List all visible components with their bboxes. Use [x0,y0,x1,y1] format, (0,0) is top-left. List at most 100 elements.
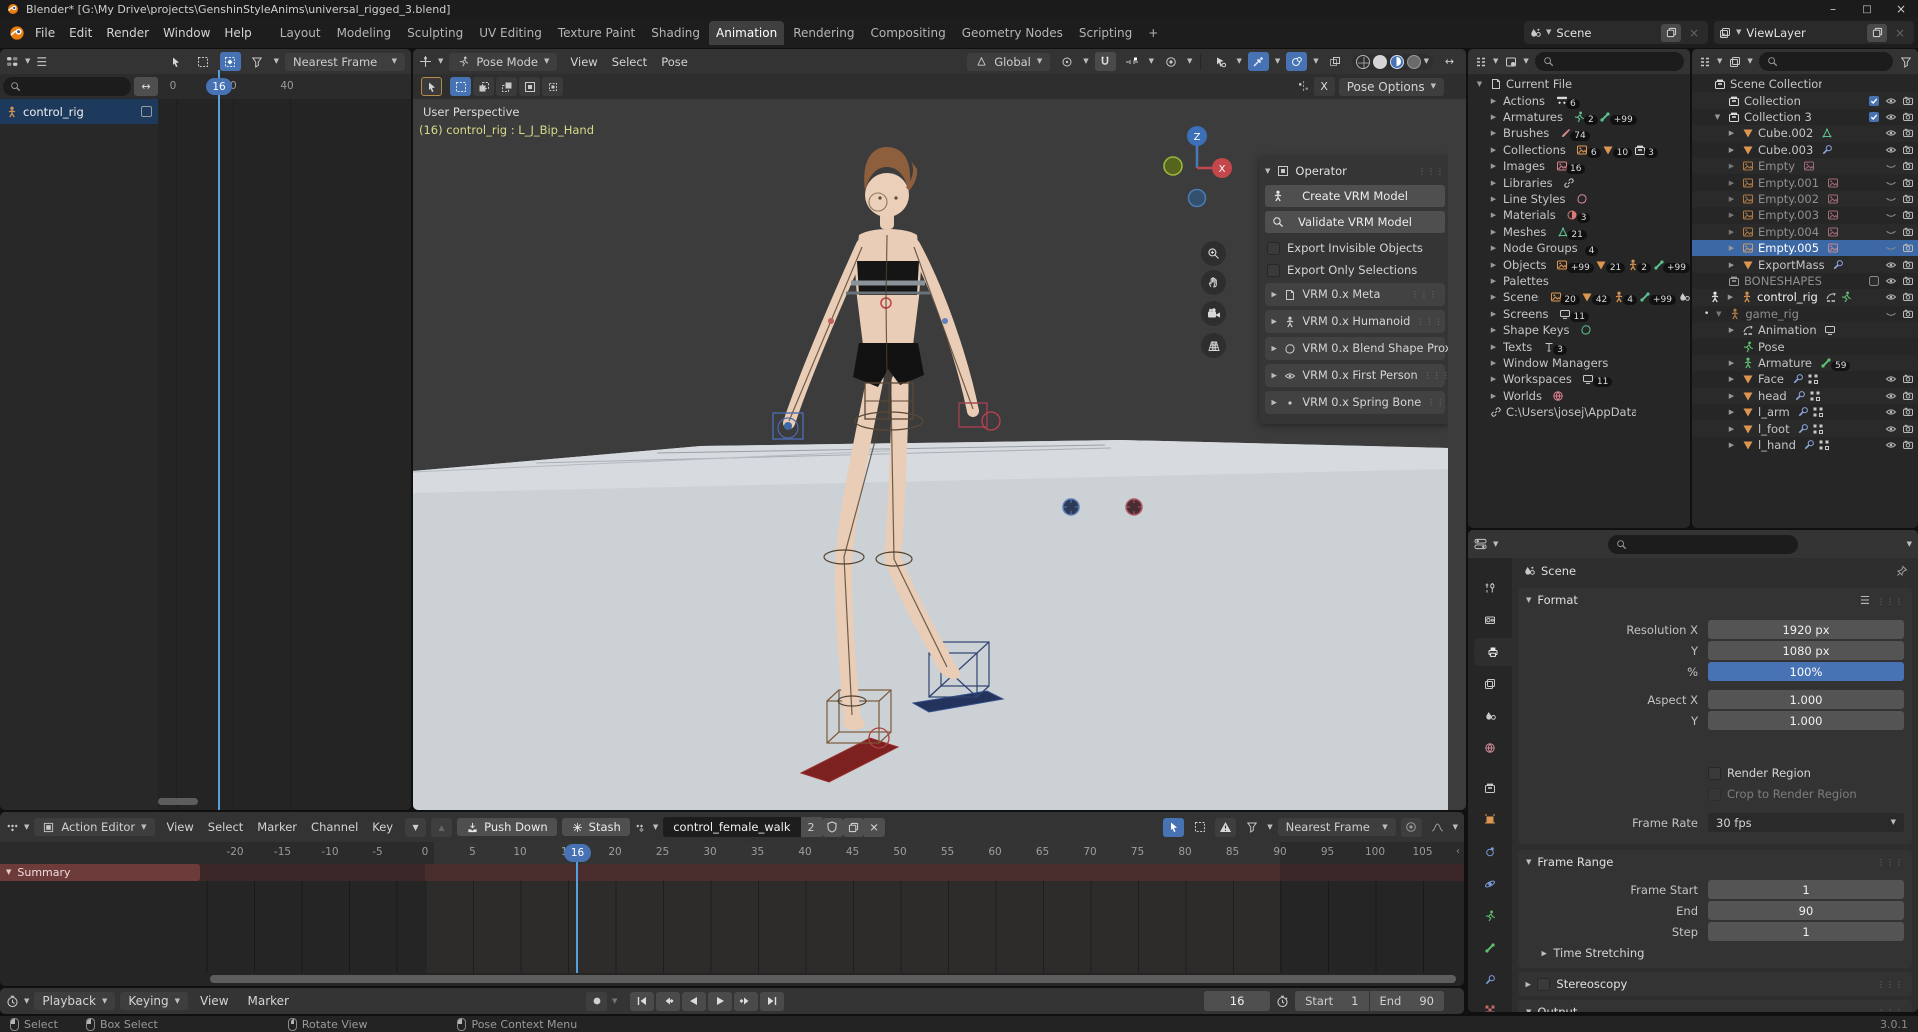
dope-menu-marker[interactable]: Marker [250,818,304,836]
gizmos-toggle-icon[interactable] [1247,52,1269,71]
dope-sheet-icon[interactable] [6,821,19,834]
next-key-button[interactable] [734,991,759,1011]
hide-eye-closed-icon[interactable] [1884,209,1897,222]
panel-grip[interactable]: ⋮⋮⋮ [1424,371,1448,380]
disable-render-camera-icon[interactable] [1901,389,1914,402]
playback-dropdown[interactable]: Playback ▼ [34,992,116,1010]
nav-gizmo[interactable]: Z X [1153,114,1263,224]
disclosure-closed-icon[interactable]: ▶ [1488,211,1499,219]
disclosure-closed-icon[interactable]: ▶ [1488,326,1499,334]
hide-eye-closed-icon[interactable] [1884,160,1897,173]
workspace-tab-layout[interactable]: Layout [273,24,328,42]
hide-eye-icon[interactable] [1884,127,1897,140]
operator-check-0[interactable]: Export Invisible Objects [1265,241,1445,255]
mirror-x-toggle[interactable]: X [1313,77,1335,96]
properties-tab-tool[interactable] [1468,574,1512,602]
editor-type-3d-icon[interactable] [419,55,432,68]
disable-render-camera-icon[interactable] [1901,176,1914,189]
blendfile-row[interactable]: ▼ Current File [1468,76,1690,92]
workspace-tab-modeling[interactable]: Modeling [330,24,399,42]
pivot-icon[interactable] [1056,52,1077,71]
properties-tab-collection[interactable] [1468,774,1512,802]
outliner-row[interactable]: ▶ Animation [1692,322,1918,338]
zoom-tool-icon[interactable] [1201,241,1226,266]
scene-selector[interactable]: ▼ Scene × [1524,21,1708,44]
disclosure-closed-icon[interactable]: ▶ [1726,261,1737,269]
blendfile-row[interactable]: ▶ Line Styles [1468,191,1690,207]
viewport-menu-view[interactable]: View [563,53,604,71]
blendfile-row[interactable]: ▶ Brushes 74 [1468,125,1690,142]
blendfile-row[interactable]: ▶ Screens 11 [1468,306,1690,322]
outliner-row[interactable]: Pose [1692,338,1918,354]
disable-render-camera-icon[interactable] [1901,94,1914,107]
maximize-button[interactable]: □ [1850,0,1884,18]
blendfile-row[interactable]: ▶ Palettes [1468,273,1690,289]
properties-tab-physics[interactable] [1468,870,1512,898]
frame-range-field-2[interactable]: 1 [1708,922,1904,941]
panel-grip[interactable]: ⋮⋮⋮ [1427,398,1448,407]
disclosure-closed-icon[interactable]: ▶ [1726,359,1737,367]
disclosure-closed-icon[interactable]: ▶ [1726,441,1737,449]
blendfile-row[interactable]: ▶ Texts 3 [1468,338,1690,355]
left-ruler[interactable]: 02040 [158,74,411,99]
collapse-caret[interactable]: ▼ [1270,373,1278,378]
camera-view-icon[interactable] [1201,301,1226,326]
blendfile-row[interactable]: ▶ Collections 6 10 3 [1468,142,1690,158]
proportional-edit-icon[interactable] [1160,52,1181,71]
hide-eye-icon[interactable] [1884,438,1897,451]
outliner-row[interactable]: ▶ Cube.002 [1692,125,1918,141]
create-vrm-button[interactable]: Create VRM Model [1265,185,1445,207]
snap-with-icon[interactable] [1122,52,1143,71]
panel-grip[interactable]: ⋮⋮⋮ [1411,290,1438,299]
disclosure-closed-icon[interactable]: ▶ [1488,244,1499,252]
disable-render-camera-icon[interactable] [1901,274,1914,287]
properties-tab-view-layer[interactable] [1468,670,1512,698]
disclosure-closed-icon[interactable]: ▶ [1488,129,1499,137]
minimize-button[interactable]: – [1816,0,1850,18]
topbar-menu-help[interactable]: Help [217,24,258,42]
expand-channels-button[interactable]: ↔ [134,77,158,96]
disclosure-closed-icon[interactable]: ▶ [1488,97,1499,105]
properties-tab-texture[interactable] [1468,996,1512,1012]
blendfile-row[interactable]: ▶ Shape Keys [1468,322,1690,338]
new-action-copy-icon[interactable] [842,817,864,837]
editor-type-icon[interactable] [6,55,19,68]
hide-eye-icon[interactable] [1884,110,1897,123]
editor-type-caret[interactable]: ▼ [25,58,30,65]
format-collapse-caret[interactable]: ▼ [1526,596,1531,604]
format-presets-icon[interactable]: ☰ [1860,594,1870,607]
select-extend-icon[interactable] [473,77,494,96]
disable-render-camera-icon[interactable] [1901,143,1914,156]
blendfile-row[interactable]: ▶ Window Managers [1468,355,1690,371]
dope-menu-view[interactable]: View [160,818,201,836]
keyframe-select-icon[interactable] [219,52,241,71]
disclosure-closed-icon[interactable]: ▶ [1725,293,1736,301]
shading-solid-icon[interactable] [1372,54,1387,69]
delete-scene-button[interactable]: × [1684,24,1704,42]
disclosure-closed-icon[interactable]: ▶ [1726,179,1737,187]
falloff-curve-icon[interactable] [1427,818,1448,837]
properties-editor-icon[interactable] [1474,538,1487,551]
outliner-row[interactable]: ▶ Empty [1692,158,1918,174]
proportional-icon[interactable] [1400,817,1422,837]
outliner-row[interactable]: Scene Collection [1692,76,1918,92]
mode-dropdown[interactable]: Pose Mode ▼ [449,52,558,71]
blender-menu-icon[interactable] [6,26,28,40]
disclosure-closed-icon[interactable]: ▶ [1488,113,1499,121]
disclosure-closed-icon[interactable]: ▶ [1488,195,1499,203]
disclosure-closed-icon[interactable]: ▶ [1726,211,1737,219]
disclosure-closed-icon[interactable]: ▶ [1726,375,1737,383]
channel-search-input[interactable] [3,77,131,96]
blendfile-row[interactable]: ▶ Objects +99 21 2 +99 [1468,256,1690,273]
vrm-subpanel-1[interactable]: ▼ VRM 0.x Humanoid ⋮⋮⋮ [1265,310,1445,333]
disclosure-closed-icon[interactable]: ▶ [1726,146,1737,154]
workspace-tab-texture-paint[interactable]: Texture Paint [551,24,642,42]
workspace-tab-scripting[interactable]: Scripting [1072,24,1139,42]
panel-grip[interactable]: ⋮⋮⋮ [1418,167,1445,176]
blendfile-row[interactable]: ▶ Armatures 2 +99 [1468,109,1690,125]
disable-render-camera-icon[interactable] [1901,406,1914,419]
viewlayer-mode-icon[interactable] [1728,55,1741,68]
checkbox[interactable] [1267,263,1280,277]
properties-options-caret[interactable]: ▼ [1907,540,1912,548]
channel-row-control-rig[interactable]: control_rig [0,99,158,124]
